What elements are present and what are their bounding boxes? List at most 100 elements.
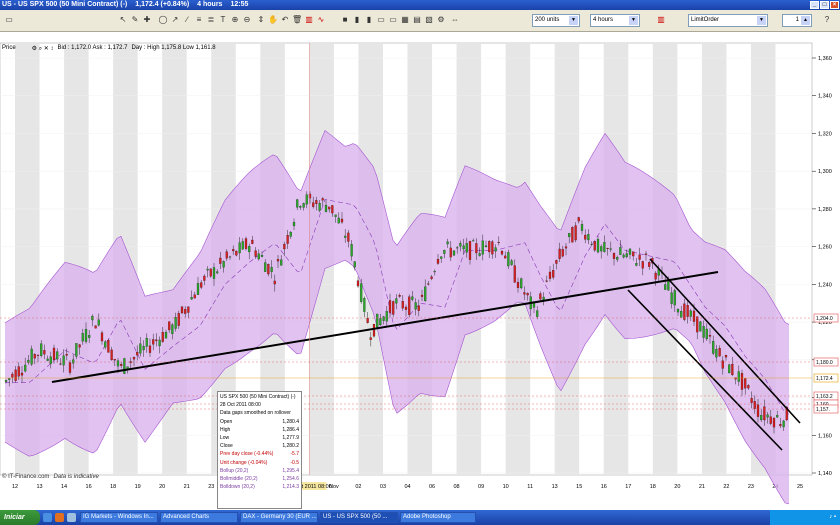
candle-body (753, 401, 756, 409)
maximize-button[interactable]: □ (820, 1, 829, 9)
help-icon[interactable]: ? (822, 14, 832, 25)
price-chart[interactable]: 12131416181920212325262728 Oct 2011 08:0… (0, 33, 840, 510)
candle-body (433, 271, 436, 273)
x-tick-label: 14 (61, 484, 67, 490)
units-select[interactable]: 200 units ▼ (532, 14, 580, 27)
zoom-out-icon[interactable]: ⊖ (242, 14, 252, 25)
undo-icon[interactable]: ↶ (280, 14, 290, 25)
candle-body (52, 347, 56, 360)
candle-body (721, 360, 724, 369)
panel-settings-icon[interactable]: ⚙ ⌕ ✕ ↕ (32, 45, 54, 53)
close-button[interactable]: × (830, 1, 839, 9)
candle-body (574, 225, 577, 241)
y-tick-label: 1,260 (818, 245, 832, 251)
print-icon[interactable]: ▭ (4, 14, 14, 25)
indicator-icon[interactable]: ∿ (316, 14, 326, 25)
candle-body (702, 326, 705, 338)
x-tick-label: 19 (135, 484, 141, 490)
scale-icon[interactable]: ⇕ (256, 14, 266, 25)
candle-body (417, 305, 420, 311)
delete-icon[interactable]: 🗑 (292, 14, 302, 25)
line-icon[interactable]: ▭ (376, 14, 386, 25)
crosshair-icon[interactable]: ✚ (142, 14, 152, 25)
x-tick-label: 16 (86, 484, 92, 490)
area-icon[interactable]: ▭ (388, 14, 398, 25)
pencil-icon[interactable]: ✎ (130, 14, 140, 25)
x-tick-label: 10 (503, 484, 509, 490)
candle-body (513, 265, 516, 283)
candle-body (740, 373, 744, 390)
candle-body (376, 313, 379, 328)
candle-body (155, 339, 158, 342)
bar-icon[interactable]: ▮ (364, 14, 374, 25)
y-tick-label: 1,320 (818, 131, 832, 137)
x-tick-label: Nov (329, 484, 339, 490)
candle-body (552, 270, 555, 278)
speaker-icon[interactable]: ♪ (829, 514, 832, 520)
stepper-icon[interactable]: ▲ (801, 16, 810, 25)
candle-body (779, 424, 782, 427)
window-title-bar: US - US SPX 500 (50 Mini Contract) (-) 1… (0, 0, 840, 10)
candle-body (494, 247, 497, 252)
order-type-select[interactable]: LimitOrder ▼ (688, 14, 768, 27)
settings-icon[interactable]: ⚙ (436, 14, 446, 25)
tooltip-row: Bollup (20,2) 1,295.4 (220, 467, 299, 475)
candle-body (232, 249, 235, 252)
chart-type-icon[interactable]: ▥ (304, 14, 314, 25)
candle-body (241, 241, 244, 250)
grid-icon[interactable]: ▦ (400, 14, 410, 25)
candle-body (388, 300, 392, 313)
ie-icon[interactable] (43, 513, 52, 522)
candle-body (436, 258, 440, 264)
pointer-icon[interactable]: ↖ (118, 14, 128, 25)
candle-body (190, 297, 193, 300)
candle-body (40, 343, 43, 356)
x-tick-label: 12 (12, 484, 18, 490)
candle-body (392, 301, 395, 315)
tooltip-row: Bolldown (20,2) 1,214.3 (220, 483, 299, 491)
x-tick-label: 23 (208, 484, 214, 490)
candle-body (478, 253, 481, 256)
window-price: 1,172.4 (+0.84%) (135, 1, 190, 8)
expand-icon[interactable]: ⇔ (450, 14, 460, 25)
candle-body (187, 306, 190, 313)
layout-icon[interactable]: ▧ (424, 14, 434, 25)
color-icon[interactable]: ■ (340, 14, 350, 25)
candle-body (344, 235, 347, 238)
trendline-icon[interactable]: ∕ (182, 14, 192, 25)
circle-icon[interactable]: ◯ (158, 14, 168, 25)
bid-ask-readout: Bid : 1,172.0 Ask : 1,172.7 (57, 45, 128, 51)
cursor-icon[interactable]: ↗ (170, 14, 180, 25)
candle-body (600, 246, 603, 252)
candle-body (222, 261, 225, 268)
taskbar-item[interactable]: DAX - Germany 30 (EUR ... (240, 512, 318, 523)
candle-body (145, 338, 148, 347)
interval-select[interactable]: 4 hours ▼ (590, 14, 640, 27)
fibonacci-icon[interactable]: ≣ (206, 14, 216, 25)
candle-body (539, 293, 542, 300)
hand-icon[interactable]: ✋ (268, 14, 278, 25)
candle-body (616, 257, 619, 260)
taskbar-item[interactable]: IG Markets - Windows In... (80, 512, 158, 523)
y-tick-label: 1,240 (818, 282, 832, 288)
start-button[interactable]: Iniciar (0, 510, 40, 525)
quantity-input[interactable]: 1 ▲ (782, 14, 812, 27)
system-tray: ♪ ▪ (770, 510, 840, 525)
candle-body (68, 362, 72, 373)
taskbar-item[interactable]: Adobe Photoshop (400, 512, 476, 523)
zoom-in-icon[interactable]: ⊕ (230, 14, 240, 25)
candle-icon[interactable]: ▮ (352, 14, 362, 25)
candle-body (395, 298, 398, 304)
taskbar-item[interactable]: US - US SPX 500 (50 ... (320, 512, 398, 523)
channel-icon[interactable]: ≡ (194, 14, 204, 25)
order-chart-icon[interactable]: ▥ (650, 14, 672, 25)
desktop-icon[interactable] (67, 513, 76, 522)
chart-area[interactable]: Price ⚙ ⌕ ✕ ↕ Bid : 1,172.0 Ask : 1,172.… (0, 33, 840, 510)
text-icon[interactable]: T (218, 14, 228, 25)
candle-body (523, 292, 526, 295)
minimize-button[interactable]: _ (810, 1, 819, 9)
network-icon[interactable]: ▪ (834, 514, 836, 520)
taskbar-item[interactable]: Advanced Charts (160, 512, 238, 523)
save-icon[interactable]: ▤ (412, 14, 422, 25)
firefox-icon[interactable] (55, 513, 64, 522)
